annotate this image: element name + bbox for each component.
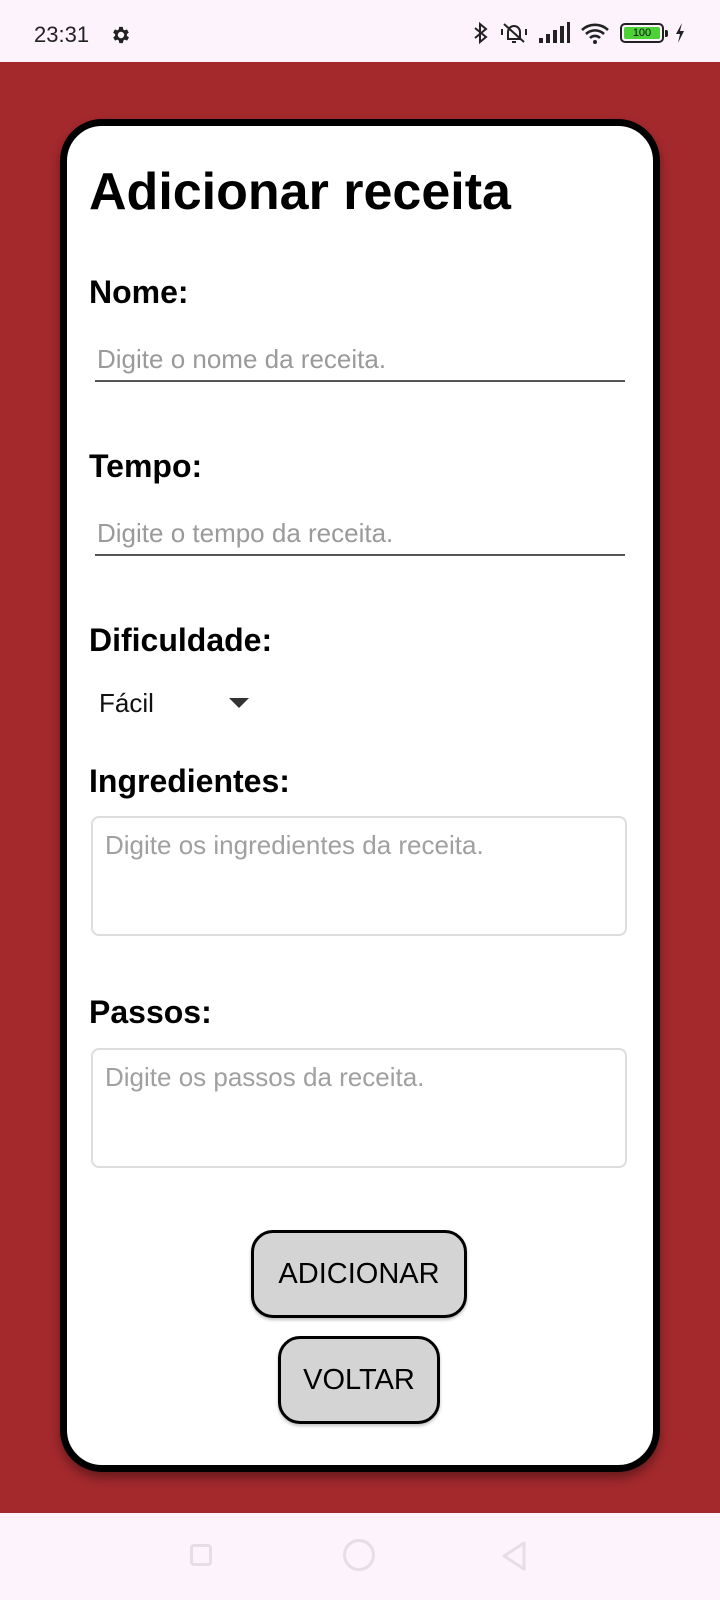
back-icon[interactable] [500, 1540, 528, 1577]
ingredientes-input[interactable] [91, 816, 627, 936]
ingredientes-label: Ingredientes: [89, 763, 290, 799]
signal-icon [538, 22, 570, 44]
battery-level: 100 [624, 27, 660, 39]
battery-icon: 100 [620, 23, 668, 43]
dropdown-arrow-icon [229, 698, 249, 708]
dificuldade-dropdown[interactable]: Fácil [99, 681, 259, 725]
passos-input[interactable] [91, 1048, 627, 1168]
recipe-form-card: Adicionar receita Nome: Tempo: Dificulda… [60, 119, 660, 1472]
tempo-label: Tempo: [89, 448, 203, 484]
gear-icon [110, 24, 132, 46]
dificuldade-selected-value: Fácil [99, 687, 154, 718]
status-bar: 23:31 100 [0, 0, 720, 62]
tempo-input[interactable] [95, 512, 625, 556]
status-icons: 100 [472, 20, 686, 46]
back-button[interactable]: VOLTAR [278, 1336, 440, 1424]
wifi-icon [580, 21, 610, 45]
dificuldade-label: Dificuldade: [89, 622, 273, 658]
page-title: Adicionar receita [89, 163, 511, 221]
home-icon[interactable] [343, 1539, 375, 1571]
bluetooth-icon [472, 21, 490, 45]
add-recipe-button[interactable]: ADICIONAR [251, 1230, 467, 1318]
passos-label: Passos: [89, 994, 212, 1030]
nome-input[interactable] [95, 338, 625, 382]
silent-mode-icon [500, 21, 528, 45]
charging-icon [674, 22, 686, 44]
nome-label: Nome: [89, 274, 189, 310]
recents-icon[interactable] [190, 1544, 212, 1566]
status-time: 23:31 [34, 22, 90, 47]
